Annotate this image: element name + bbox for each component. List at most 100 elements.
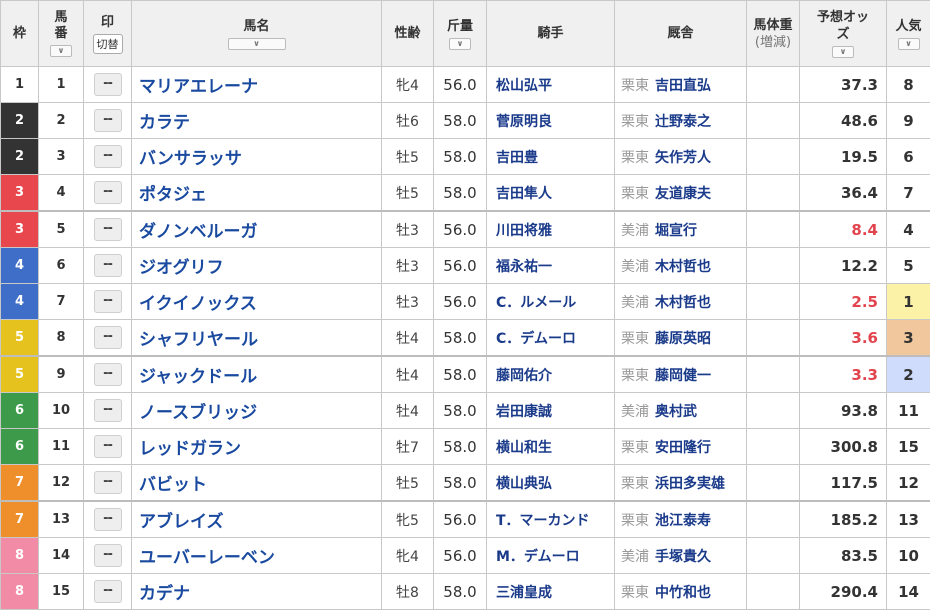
popularity-rank: 4	[886, 210, 930, 248]
sex-age: 牝4	[381, 66, 434, 103]
horse-weight	[746, 537, 800, 574]
waku-number: 2	[0, 102, 39, 139]
trainer-link[interactable]: 木村哲也	[655, 259, 711, 275]
mark-select-button[interactable]: --	[93, 471, 122, 494]
horse-name-link[interactable]: シャフリヤール	[131, 319, 382, 357]
waku-number: 8	[0, 573, 39, 610]
jockey-link[interactable]: M．デムーロ	[486, 537, 615, 574]
horse-name-link[interactable]: イクイノックス	[131, 283, 382, 320]
trainer-link[interactable]: 辻野泰之	[655, 114, 711, 130]
header-umaban[interactable]: 馬番 ∨	[38, 0, 84, 67]
horse-name-link[interactable]: ユーバーレーベン	[131, 537, 382, 574]
mark-select-button[interactable]: --	[93, 326, 122, 349]
jockey-link[interactable]: T．マーカンド	[486, 500, 615, 538]
horse-name-link[interactable]: カラテ	[131, 102, 382, 139]
table-row: 3 5 -- ダノンベルーガ 牡3 56.0 川田将雅 美浦 堀宣行 8.4 4	[0, 210, 930, 248]
mark-select-button[interactable]: --	[93, 363, 122, 386]
mark-select-button[interactable]: --	[93, 290, 122, 313]
mark-cell: --	[83, 428, 132, 465]
trainer-link[interactable]: 矢作芳人	[655, 150, 711, 166]
jockey-link[interactable]: 吉田隼人	[486, 174, 615, 212]
predicted-odds: 8.4	[799, 210, 887, 248]
mark-switch-button[interactable]: 切替	[92, 33, 123, 54]
mark-select-button[interactable]: --	[93, 435, 122, 458]
jockey-link[interactable]: 川田将雅	[486, 210, 615, 248]
horse-name-link[interactable]: バビット	[131, 464, 382, 502]
mark-select-button[interactable]: --	[93, 73, 122, 96]
sort-chevron-down-icon[interactable]: ∨	[832, 46, 854, 58]
trainer-link[interactable]: 友道康夫	[655, 186, 711, 202]
jockey-link[interactable]: 菅原明良	[486, 102, 615, 139]
horse-name-link[interactable]: レッドガラン	[131, 428, 382, 465]
jockey-link[interactable]: 松山弘平	[486, 66, 615, 103]
sort-chevron-down-icon[interactable]: ∨	[897, 37, 920, 50]
mark-select-button[interactable]: --	[93, 218, 122, 241]
jockey-link[interactable]: 吉田豊	[486, 138, 615, 175]
mark-cell: --	[83, 102, 132, 139]
mark-select-button[interactable]: --	[93, 544, 122, 567]
mark-select-button[interactable]: --	[93, 109, 122, 132]
mark-select-button[interactable]: --	[93, 181, 122, 204]
horse-name-link[interactable]: アブレイズ	[131, 500, 382, 538]
horse-weight	[746, 319, 800, 357]
horse-name-link[interactable]: ポタジェ	[131, 174, 382, 212]
jockey-link[interactable]: 藤岡佑介	[486, 355, 615, 393]
trainer-link[interactable]: 奥村武	[655, 404, 697, 420]
sex-age: 牡5	[381, 174, 434, 212]
header-odds[interactable]: 予想オッズ ∨	[799, 0, 887, 67]
stable-area: 美浦	[621, 548, 649, 565]
sort-chevron-down-icon[interactable]: ∨	[50, 45, 72, 57]
mark-select-button[interactable]: --	[93, 254, 122, 277]
trainer-link[interactable]: 堀宣行	[655, 223, 697, 239]
header-ninki[interactable]: 人気 ∨	[886, 0, 930, 67]
stable-cell: 美浦 木村哲也	[614, 283, 747, 320]
mark-cell: --	[83, 138, 132, 175]
trainer-link[interactable]: 中竹和也	[655, 585, 711, 601]
trainer-link[interactable]: 藤岡健一	[655, 368, 711, 384]
horse-name-link[interactable]: ジオグリフ	[131, 247, 382, 284]
waku-number: 6	[0, 392, 39, 429]
jockey-link[interactable]: 横山和生	[486, 428, 615, 465]
mark-select-button[interactable]: --	[93, 508, 122, 531]
horse-name-link[interactable]: カデナ	[131, 573, 382, 610]
trainer-link[interactable]: 手塚貴久	[655, 549, 711, 565]
stable-cell: 栗東 池江泰寿	[614, 500, 747, 538]
jockey-link[interactable]: C．デムーロ	[486, 319, 615, 357]
trainer-link[interactable]: 藤原英昭	[655, 331, 711, 347]
trainer-link[interactable]: 安田隆行	[655, 440, 711, 456]
kinryo: 58.0	[433, 174, 487, 212]
header-kinryo[interactable]: 斤量 ∨	[433, 0, 487, 67]
horse-number: 5	[38, 210, 84, 248]
sex-age: 牡3	[381, 210, 434, 248]
header-row: 枠 馬番 ∨ 印 切替 馬名 ∨ 性齢 斤量 ∨ 騎手 厩舎 馬体重 (増減)	[0, 0, 930, 67]
horse-number: 13	[38, 500, 84, 538]
table-row: 6 11 -- レッドガラン 牡7 58.0 横山和生 栗東 安田隆行 300.8…	[0, 428, 930, 465]
mark-select-button[interactable]: --	[93, 580, 122, 603]
trainer-link[interactable]: 木村哲也	[655, 295, 711, 311]
horse-name-link[interactable]: ノースブリッジ	[131, 392, 382, 429]
trainer-link[interactable]: 池江泰寿	[655, 513, 711, 529]
stable-cell: 栗東 矢作芳人	[614, 138, 747, 175]
trainer-link[interactable]: 吉田直弘	[655, 78, 711, 94]
popularity-rank: 10	[886, 537, 930, 574]
header-horse-name[interactable]: 馬名 ∨	[131, 0, 382, 67]
popularity-rank: 3	[886, 319, 930, 357]
horse-name-link[interactable]: バンサラッサ	[131, 138, 382, 175]
stable-area: 栗東	[621, 185, 649, 202]
trainer-link[interactable]: 浜田多実雄	[655, 476, 725, 492]
jockey-link[interactable]: C．ルメール	[486, 283, 615, 320]
sex-age: 牡5	[381, 138, 434, 175]
mark-select-button[interactable]: --	[93, 145, 122, 168]
sort-chevron-down-icon[interactable]: ∨	[449, 37, 471, 50]
jockey-link[interactable]: 福永祐一	[486, 247, 615, 284]
mark-select-button[interactable]: --	[93, 399, 122, 422]
horse-name-link[interactable]: マリアエレーナ	[131, 66, 382, 103]
sort-chevron-down-icon[interactable]: ∨	[227, 37, 286, 50]
horse-name-link[interactable]: ダノンベルーガ	[131, 210, 382, 248]
jockey-link[interactable]: 三浦皇成	[486, 573, 615, 610]
jockey-link[interactable]: 岩田康誠	[486, 392, 615, 429]
jockey-link[interactable]: 横山典弘	[486, 464, 615, 502]
horse-name-link[interactable]: ジャックドール	[131, 355, 382, 393]
waku-number: 5	[0, 319, 39, 357]
sex-age: 牝5	[381, 500, 434, 538]
